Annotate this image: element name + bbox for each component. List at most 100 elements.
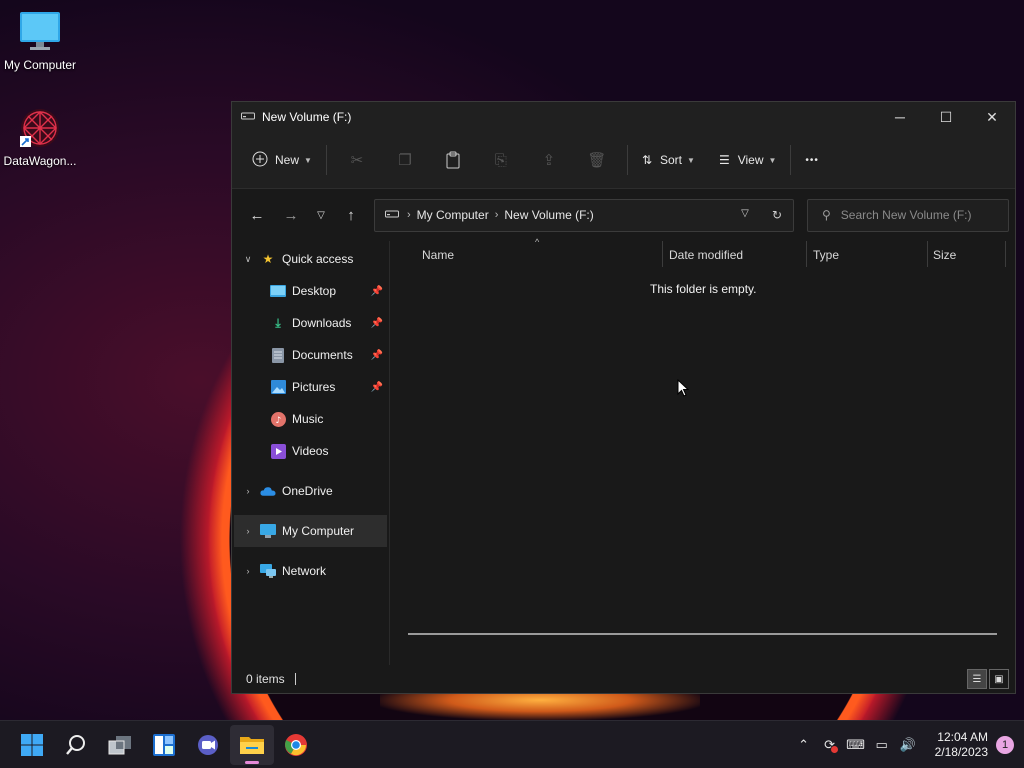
sidebar-item-music[interactable]: ♪ Music [232, 403, 389, 435]
empty-folder-message: This folder is empty. [650, 282, 757, 296]
sidebar-item-label: OneDrive [282, 484, 333, 498]
column-divider[interactable] [927, 241, 928, 267]
column-type[interactable]: Type [813, 248, 839, 262]
cut-icon[interactable]: ✂ [333, 143, 381, 177]
close-button[interactable]: ✕ [969, 102, 1015, 132]
task-view-icon[interactable] [98, 725, 142, 765]
search-icon[interactable] [54, 725, 98, 765]
notification-badge[interactable]: 1 [996, 735, 1014, 754]
monitor-icon [18, 10, 62, 54]
minimize-button[interactable]: ─ [877, 102, 923, 132]
item-count: 0 items [246, 672, 285, 686]
sidebar-item-quick-access[interactable]: ∨ ★ Quick access [232, 243, 389, 275]
show-hidden-icons-chevron-icon[interactable]: ⌃ [791, 737, 817, 753]
recent-locations-icon[interactable]: ▽ [306, 200, 336, 230]
navigation-bar: ← → ▽ ↑ › My Computer › New Volume (F:) … [232, 189, 1015, 241]
column-divider[interactable] [806, 241, 807, 267]
file-explorer-icon[interactable] [230, 724, 274, 765]
sidebar-item-documents[interactable]: Documents 📌 [232, 339, 389, 371]
column-size[interactable]: Size [933, 248, 956, 262]
system-tray: ⌃ ⟳ ⌨ ▭ 🔊 12:04 AM 2/18/2023 1 [791, 721, 1024, 768]
pin-icon: 📌 [370, 349, 383, 361]
sync-icon[interactable]: ⟳ [817, 737, 843, 753]
breadcrumb-separator-icon: › [494, 209, 499, 221]
chevron-right-icon[interactable]: › [236, 566, 260, 576]
search-box[interactable]: ⚲ Search New Volume (F:) [807, 198, 1009, 232]
divider [626, 145, 628, 175]
divider [325, 145, 327, 175]
chevron-right-icon[interactable]: › [236, 526, 260, 536]
clock-time: 12:04 AM [937, 729, 988, 744]
desktop-icon-my-computer[interactable]: My Computer [0, 10, 80, 72]
column-divider[interactable] [662, 241, 663, 267]
desktop-icon-label: My Computer [3, 58, 77, 72]
sidebar-item-network[interactable]: › Network [232, 555, 389, 587]
display-network-icon[interactable]: ▭ [869, 737, 895, 753]
address-bar[interactable]: › My Computer › New Volume (F:) ▽ ↻ [374, 198, 794, 232]
back-arrow-icon[interactable]: ← [242, 200, 272, 230]
pin-icon: 📌 [370, 285, 383, 297]
forward-arrow-icon[interactable]: → [276, 200, 306, 230]
large-icons-view-icon[interactable]: ▣ [989, 669, 1009, 689]
share-icon[interactable]: ⇪ [525, 143, 573, 177]
sidebar-item-label: Documents [292, 348, 353, 362]
address-dropdown-icon[interactable]: ▽ [729, 208, 761, 222]
star-icon: ★ [262, 252, 274, 266]
sidebar-item-label: Videos [292, 444, 329, 458]
view-button[interactable]: ☰ View ▼ [711, 143, 784, 177]
sidebar-item-label: Desktop [292, 284, 337, 298]
column-divider[interactable] [1005, 241, 1006, 267]
widgets-icon[interactable] [142, 725, 186, 765]
file-list-pane[interactable]: ^ Name Date modified Type Size This fold… [390, 237, 1015, 665]
sidebar-item-desktop[interactable]: Desktop 📌 [232, 275, 389, 307]
maximize-button[interactable]: ☐ [923, 102, 969, 132]
sidebar-item-label: Quick access [282, 252, 354, 266]
desktop-icon-datawagon[interactable]: DataWagon... [0, 106, 80, 168]
chrome-icon[interactable] [274, 725, 318, 765]
pin-icon: 📌 [370, 381, 383, 393]
sidebar-item-downloads[interactable]: ⤓ Downloads 📌 [232, 307, 389, 339]
sidebar-item-onedrive[interactable]: › OneDrive [232, 475, 389, 507]
new-button[interactable]: New ▼ [244, 143, 320, 177]
delete-icon[interactable]: 🗑 [573, 143, 621, 177]
sort-button[interactable]: ⇅ Sort ▼ [634, 143, 703, 177]
status-bar: 0 items ☰ ▣ [232, 665, 1015, 693]
breadcrumb-separator-icon: › [407, 209, 411, 221]
more-options-button[interactable]: ••• [797, 143, 827, 177]
sort-ascending-icon: ^ [535, 237, 540, 247]
horizontal-scrollbar[interactable] [408, 633, 997, 635]
copy-icon[interactable]: ❐ [381, 143, 429, 177]
volume-icon[interactable]: 🔊 [895, 737, 921, 753]
document-icon [270, 347, 286, 363]
status-divider [294, 673, 296, 685]
rename-icon[interactable]: ⎘ [477, 143, 525, 177]
chevron-down-icon[interactable]: ∨ [236, 254, 260, 265]
keyboard-icon[interactable]: ⌨ [843, 737, 869, 753]
sidebar-item-videos[interactable]: Videos [232, 435, 389, 467]
taskbar: ⌃ ⟳ ⌨ ▭ 🔊 12:04 AM 2/18/2023 1 [0, 720, 1024, 768]
sidebar-item-pictures[interactable]: Pictures 📌 [232, 371, 389, 403]
mouse-pointer-icon [677, 378, 690, 400]
up-arrow-icon[interactable]: ↑ [336, 200, 366, 230]
title-bar[interactable]: New Volume (F:) ─ ☐ ✕ [232, 102, 1015, 132]
desktop-folder-icon [270, 283, 286, 299]
column-name[interactable]: Name [422, 248, 454, 262]
sidebar-item-my-computer[interactable]: › My Computer [234, 515, 387, 547]
details-view-icon[interactable]: ☰ [967, 669, 987, 689]
start-icon[interactable] [10, 725, 54, 765]
breadcrumb-my-computer[interactable]: My Computer [417, 208, 489, 222]
clock-date: 2/18/2023 [934, 744, 988, 759]
chevron-right-icon[interactable]: › [236, 486, 260, 496]
column-date-modified[interactable]: Date modified [669, 248, 743, 262]
refresh-icon[interactable]: ↻ [761, 208, 793, 222]
chat-icon[interactable] [186, 725, 230, 765]
sidebar-item-label: Pictures [292, 380, 336, 394]
paste-icon[interactable] [429, 143, 477, 177]
sidebar-item-label: Downloads [292, 316, 352, 330]
clock[interactable]: 12:04 AM 2/18/2023 [935, 730, 988, 760]
column-header: ^ Name Date modified Type Size [390, 237, 1015, 271]
network-icon [260, 563, 276, 579]
sidebar-item-label: My Computer [282, 524, 355, 538]
breadcrumb-new-volume[interactable]: New Volume (F:) [504, 208, 593, 222]
pin-icon: 📌 [370, 317, 383, 329]
